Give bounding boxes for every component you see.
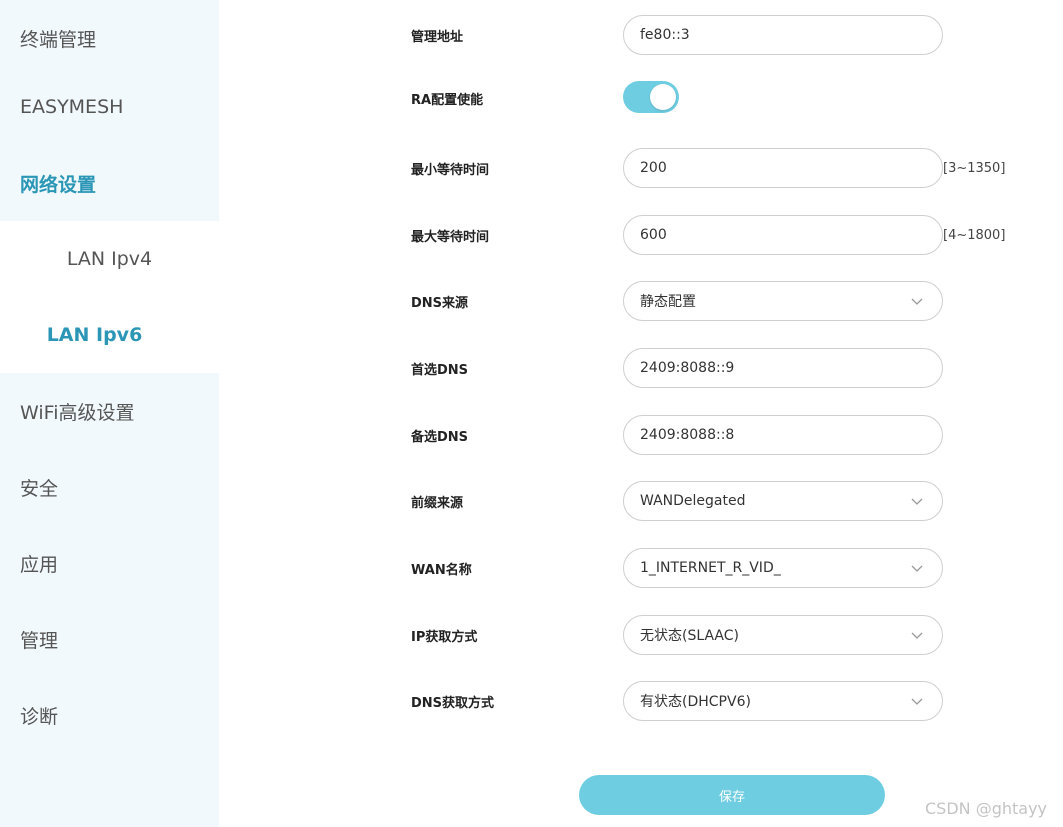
primary-dns-label: 首选DNS	[411, 362, 469, 378]
secondary-dns-input[interactable]: 2409:8088::8	[623, 415, 943, 455]
dns-mode-label: DNS获取方式	[411, 695, 495, 711]
toggle-knob	[650, 84, 676, 110]
mgmt-address-input[interactable]: fe80::3	[623, 15, 943, 55]
chevron-down-icon	[911, 498, 923, 505]
row-ra-enable: RA配置使能	[0, 77, 1063, 119]
row-max-wait: 最大等待时间 600 [4~1800]	[0, 214, 1063, 256]
row-wan-name: WAN名称 1_INTERNET_R_VID_	[0, 547, 1063, 589]
max-wait-value: 600	[640, 227, 667, 243]
dns-mode-value: 有状态(DHCPV6)	[640, 694, 751, 710]
prefix-source-label: 前缀来源	[411, 495, 464, 511]
dns-source-select[interactable]: 静态配置	[623, 281, 943, 321]
primary-dns-input[interactable]: 2409:8088::9	[623, 348, 943, 388]
row-prefix-source: 前缀来源 WANDelegated	[0, 480, 1063, 522]
wan-name-select[interactable]: 1_INTERNET_R_VID_	[623, 548, 943, 588]
row-ip-mode: IP获取方式 无状态(SLAAC)	[0, 614, 1063, 656]
dns-mode-select[interactable]: 有状态(DHCPV6)	[623, 681, 943, 721]
secondary-dns-value: 2409:8088::8	[640, 427, 735, 443]
min-wait-value: 200	[640, 160, 667, 176]
row-mgmt-address: 管理地址 fe80::3	[0, 14, 1063, 56]
ip-mode-select[interactable]: 无状态(SLAAC)	[623, 615, 943, 655]
ra-enable-label: RA配置使能	[411, 92, 484, 108]
wan-name-value: 1_INTERNET_R_VID_	[640, 560, 781, 576]
chevron-down-icon	[911, 632, 923, 639]
mgmt-address-label: 管理地址	[411, 29, 464, 45]
min-wait-label: 最小等待时间	[411, 162, 490, 178]
row-dns-source: DNS来源 静态配置	[0, 280, 1063, 322]
ra-enable-toggle[interactable]	[623, 81, 679, 113]
max-wait-label: 最大等待时间	[411, 229, 490, 245]
ip-mode-label: IP获取方式	[411, 629, 478, 645]
prefix-source-value: WANDelegated	[640, 493, 746, 509]
sidebar-subitem-label: LAN Ipv6	[46, 324, 143, 346]
save-button[interactable]: 保存	[579, 775, 885, 815]
mgmt-address-value: fe80::3	[640, 27, 690, 43]
row-secondary-dns: 备选DNS 2409:8088::8	[0, 414, 1063, 456]
primary-dns-value: 2409:8088::9	[640, 360, 735, 376]
app-window: 终端管理 EASYMESH 网络设置 LAN Ipv4 LAN Ipv6 WiF…	[0, 0, 1063, 827]
chevron-down-icon	[911, 698, 923, 705]
dns-source-value: 静态配置	[640, 294, 696, 310]
prefix-source-select[interactable]: WANDelegated	[623, 481, 943, 521]
dns-source-label: DNS来源	[411, 295, 469, 311]
secondary-dns-label: 备选DNS	[411, 429, 469, 445]
watermark: CSDN @ghtayy	[925, 799, 1048, 818]
chevron-down-icon	[911, 298, 923, 305]
wan-name-label: WAN名称	[411, 562, 472, 578]
min-wait-input[interactable]: 200	[623, 148, 943, 188]
row-primary-dns: 首选DNS 2409:8088::9	[0, 347, 1063, 389]
ip-mode-value: 无状态(SLAAC)	[640, 628, 740, 644]
chevron-down-icon	[911, 565, 923, 572]
row-dns-mode: DNS获取方式 有状态(DHCPV6)	[0, 680, 1063, 722]
min-wait-range-hint: [3~1350]	[943, 160, 1006, 176]
max-wait-input[interactable]: 600	[623, 215, 943, 255]
max-wait-range-hint: [4~1800]	[943, 227, 1006, 243]
row-min-wait: 最小等待时间 200 [3~1350]	[0, 147, 1063, 189]
